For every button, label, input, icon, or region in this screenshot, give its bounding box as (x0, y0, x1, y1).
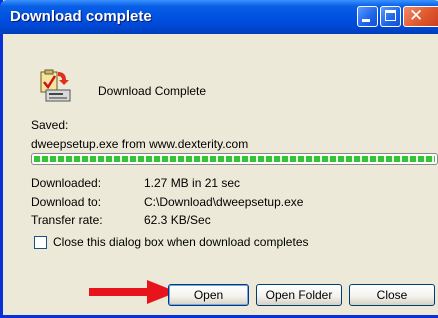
open-folder-button[interactable]: Open Folder (256, 284, 342, 306)
transfer-rate-label: Transfer rate: (31, 213, 103, 227)
download-dialog: Download complete ✕ Download Complete Sa… (0, 0, 438, 318)
red-arrow-icon (89, 280, 177, 304)
downloaded-label: Downloaded: (31, 176, 102, 190)
saved-file-text: dweepsetup.exe from www.dexterity.com (31, 137, 249, 151)
close-button[interactable]: Close (349, 284, 435, 306)
download-to-label: Download to: (31, 195, 102, 209)
minimize-button[interactable] (357, 6, 378, 27)
close-window-button[interactable]: ✕ (403, 6, 438, 27)
close-icon: ✕ (409, 6, 424, 26)
downloaded-value: 1.27 MB in 21 sec (144, 176, 241, 190)
open-button[interactable]: Open (168, 284, 249, 306)
maximize-icon (385, 10, 396, 21)
progress-fill (34, 156, 435, 162)
download-to-value: C:\Download\dweepsetup.exe (144, 195, 304, 209)
maximize-button[interactable] (380, 6, 401, 27)
title-bar[interactable]: Download complete ✕ (0, 0, 438, 34)
transfer-rate-value: 62.3 KB/Sec (144, 213, 211, 227)
window-title: Download complete (10, 8, 152, 25)
minimize-icon (362, 19, 370, 22)
close-dialog-checkbox-label[interactable]: Close this dialog box when download comp… (53, 235, 309, 249)
dialog-heading: Download Complete (98, 84, 207, 98)
saved-label: Saved: (31, 118, 69, 132)
download-check-icon (40, 69, 71, 102)
progress-bar (31, 153, 438, 165)
close-dialog-checkbox[interactable] (34, 236, 47, 249)
